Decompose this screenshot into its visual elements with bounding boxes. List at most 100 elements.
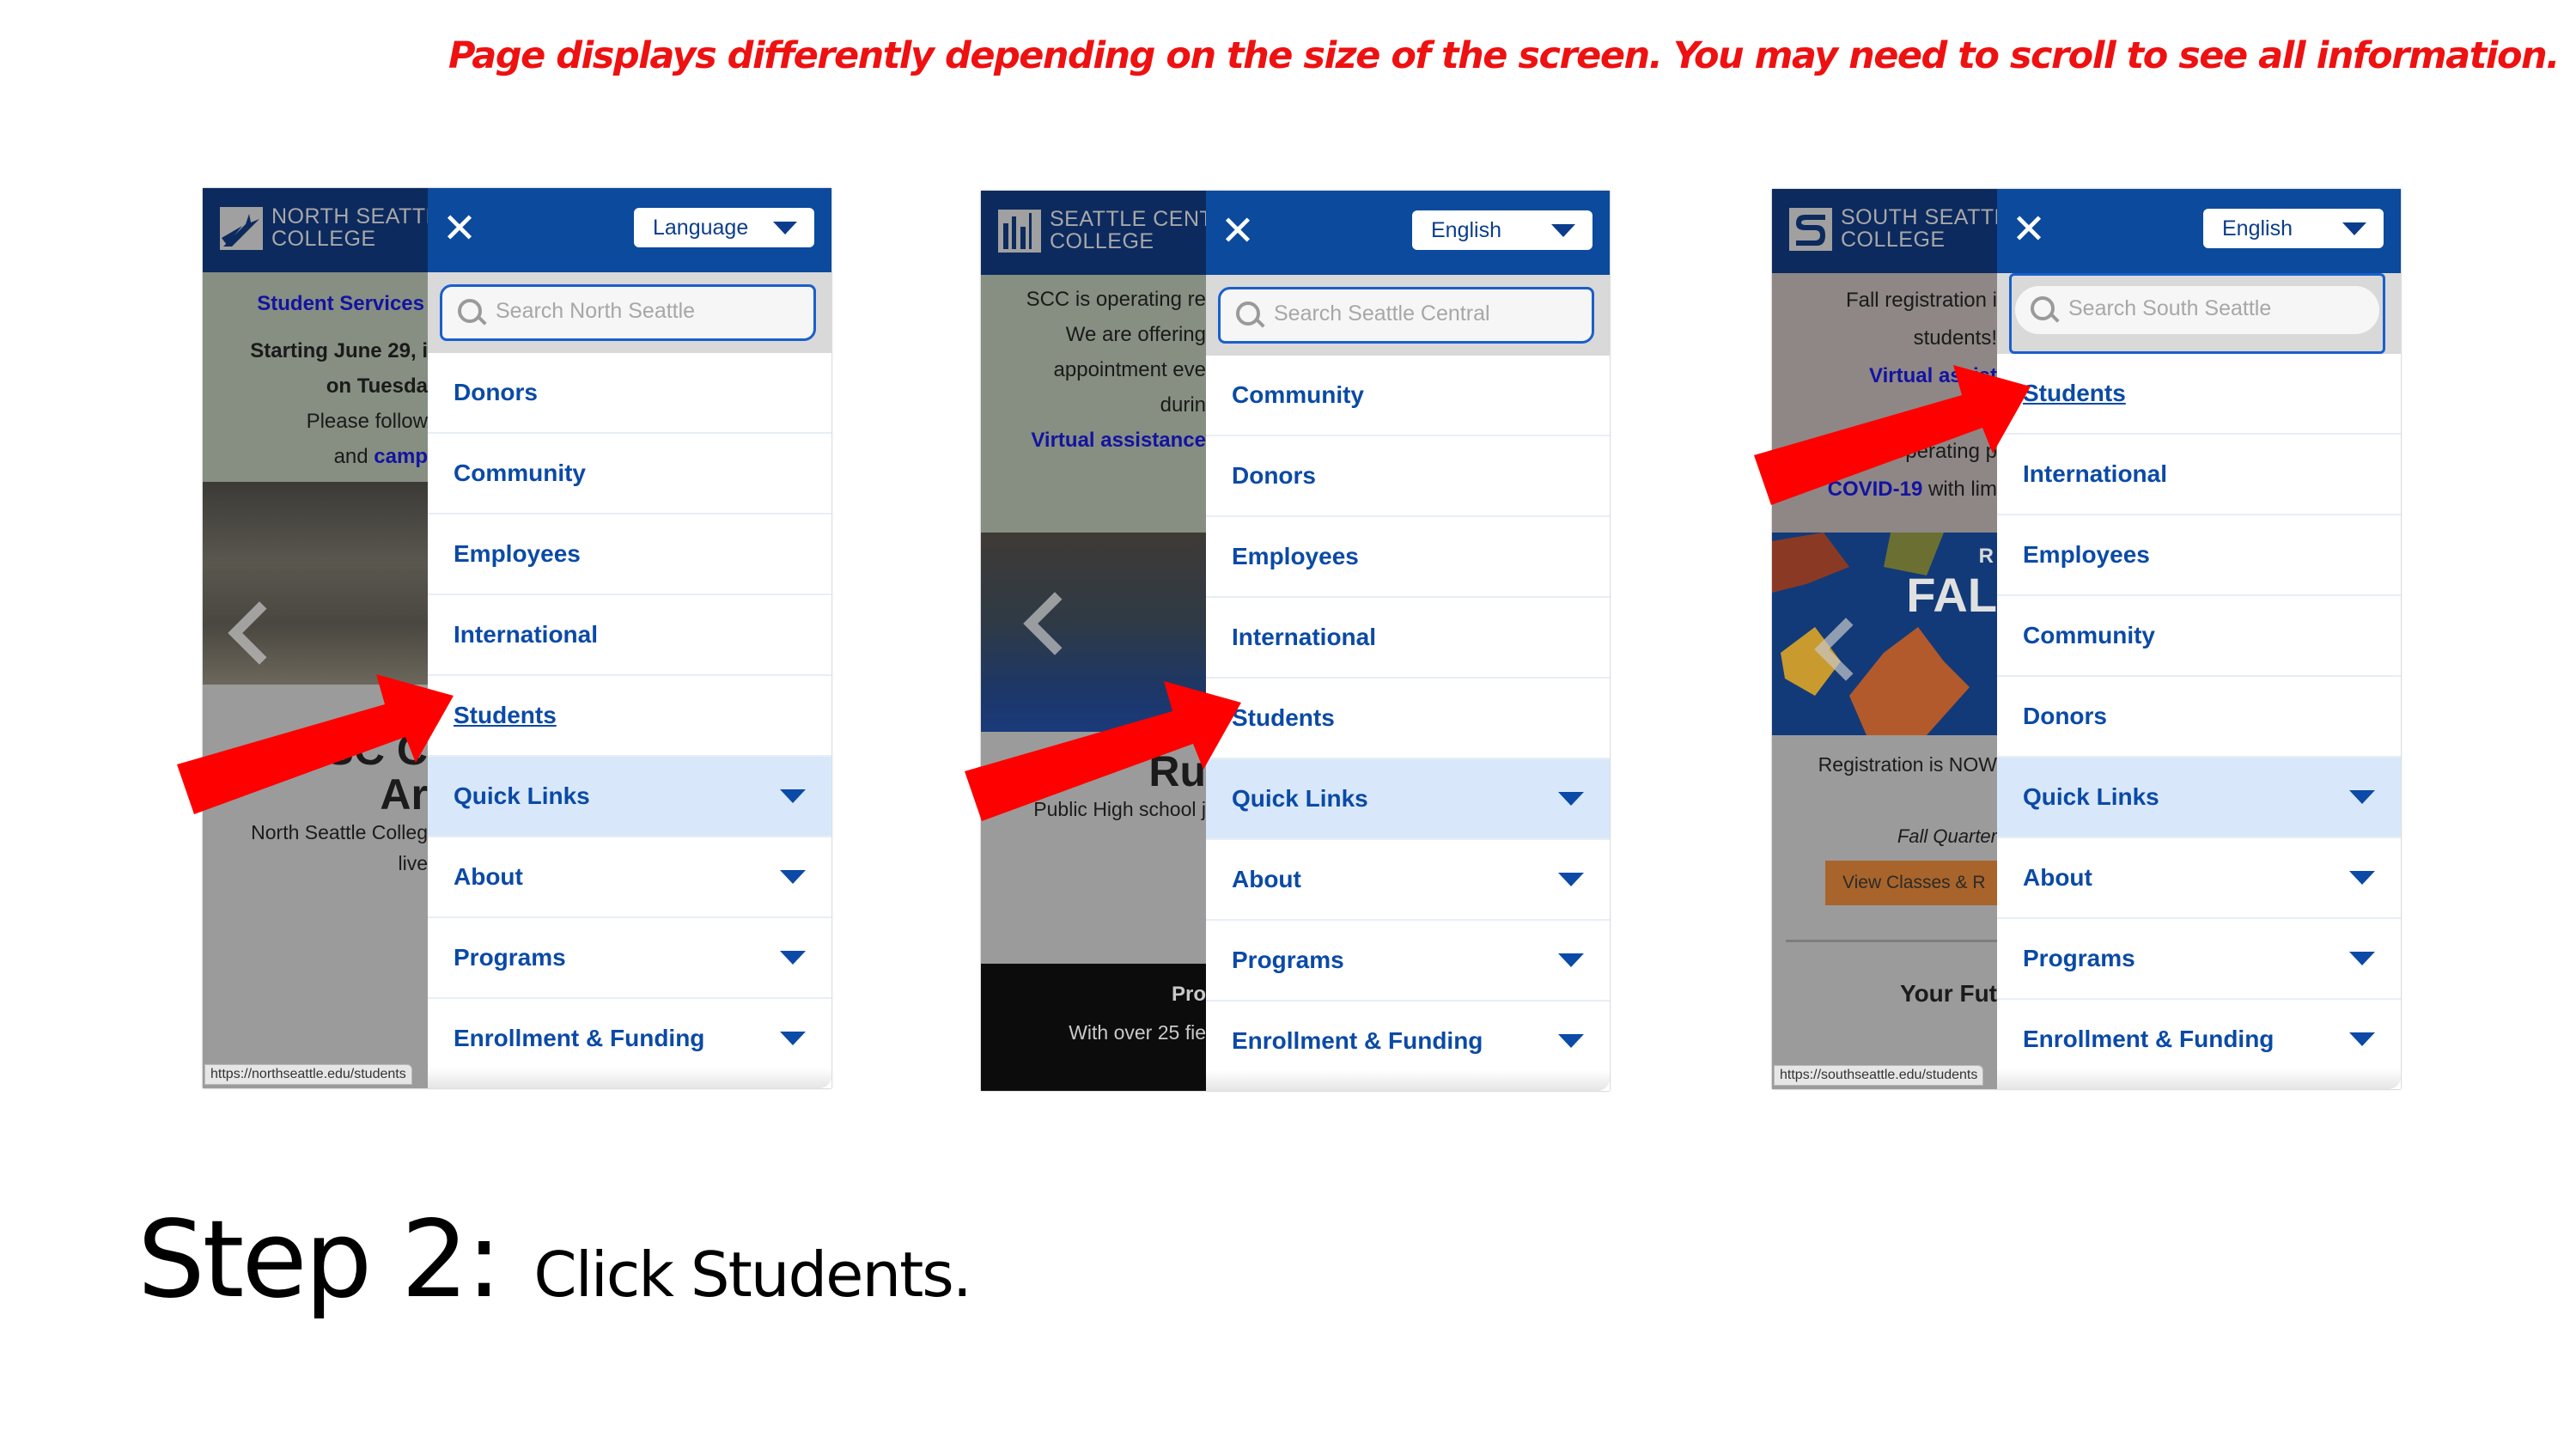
menu-item-programs[interactable]: Programs: [428, 918, 831, 999]
menu-item-quick-links[interactable]: Quick Links: [1206, 759, 1610, 840]
search-focus-ring: Search South Seattle: [2009, 273, 2385, 354]
chevron-down-icon: [1558, 1034, 1584, 1048]
page-background: SOUTH SEATTLE COLLEGE Fall registration …: [1772, 189, 1997, 1089]
seattle-central-logo-icon: [998, 210, 1041, 253]
chevron-down-icon: [780, 951, 806, 965]
north-seattle-screenshot: NORTH SEATTLE COLLEGE Student Services S…: [203, 188, 831, 1088]
site-header: NORTH SEATTLE COLLEGE: [203, 188, 428, 272]
seattle-central-screenshot: SEATTLE CENTRA COLLEGE SCC is operating …: [981, 191, 1610, 1091]
step-number: Step 2:: [137, 1198, 502, 1322]
close-icon[interactable]: ✕: [438, 207, 481, 250]
language-select[interactable]: Language: [634, 208, 814, 247]
chevron-down-icon: [1558, 953, 1584, 967]
carousel-prev-icon[interactable]: [228, 601, 291, 665]
menu-item-community[interactable]: Community: [1997, 596, 2401, 677]
menu-item-quick-links[interactable]: Quick Links: [428, 757, 831, 837]
menu-item-students[interactable]: Students: [428, 676, 831, 757]
site-header: SOUTH SEATTLE COLLEGE: [1772, 189, 1997, 273]
navigation-drawer: ✕ Language Search North Seattle Donors C…: [428, 188, 831, 1088]
programs-section: Pro With over 25 fie: [981, 964, 1206, 1091]
drawer-header: ✕ English: [1997, 189, 2401, 273]
chevron-down-icon: [773, 222, 797, 234]
menu-item-international[interactable]: International: [1206, 598, 1610, 679]
menu-item-students[interactable]: Students: [1206, 679, 1610, 759]
drawer-bottom-edge: [428, 1068, 831, 1088]
menu-item-community[interactable]: Community: [1206, 356, 1610, 436]
college-name: SEATTLE CENTRA COLLEGE: [1050, 207, 1206, 253]
drawer-header: ✕ Language: [428, 188, 831, 272]
chevron-down-icon: [2349, 790, 2375, 804]
search-icon: [2031, 296, 2055, 320]
search-icon: [1236, 301, 1260, 326]
language-select[interactable]: English: [2203, 209, 2384, 248]
menu-item-programs[interactable]: Programs: [1997, 919, 2401, 1000]
south-seattle-logo-icon: [1789, 208, 1832, 251]
menu-item-about[interactable]: About: [1206, 840, 1610, 921]
menu-item-students[interactable]: Students: [1997, 354, 2401, 435]
hero-photo: [203, 482, 428, 685]
chevron-down-icon: [2342, 222, 2366, 235]
menu-item-donors[interactable]: Donors: [1997, 677, 2401, 758]
view-classes-button[interactable]: View Classes & R: [1825, 861, 1997, 905]
menu-item-programs[interactable]: Programs: [1206, 921, 1610, 1002]
hero-text: Ru Public High school j: [981, 732, 1206, 981]
search-area: Search South Seattle: [1997, 273, 2401, 354]
chevron-down-icon: [1558, 792, 1584, 806]
navigation-drawer: ✕ English Search Seattle Central Communi…: [1206, 191, 1610, 1091]
close-icon[interactable]: ✕: [2007, 208, 2050, 251]
drawer-bottom-edge: [1206, 1070, 1610, 1091]
step-instruction: Click Students.: [533, 1239, 971, 1311]
search-input[interactable]: Search South Seattle: [2015, 286, 2379, 334]
step-caption: Step 2: Click Students.: [137, 1198, 972, 1322]
fall-banner: R FAL: [1772, 533, 1997, 735]
drawer-header: ✕ English: [1206, 191, 1610, 275]
menu-item-international[interactable]: International: [1997, 435, 2401, 515]
chevron-down-icon: [780, 1032, 806, 1045]
hero-photo: [981, 533, 1206, 732]
college-name: SOUTH SEATTLE COLLEGE: [1841, 205, 1997, 252]
chevron-down-icon: [2349, 952, 2375, 965]
page-background: NORTH SEATTLE COLLEGE Student Services S…: [203, 188, 428, 1088]
menu-item-donors[interactable]: Donors: [428, 353, 831, 434]
alert-banner: Student Services Starting June 29, i on …: [203, 272, 428, 482]
chevron-down-icon: [2349, 871, 2375, 885]
chevron-down-icon: [780, 870, 806, 884]
status-bar-url: https://southseattle.edu/students: [1774, 1065, 1984, 1086]
navigation-drawer: ✕ English Search South Seattle Students …: [1997, 189, 2401, 1089]
menu-item-international[interactable]: International: [428, 595, 831, 676]
menu-item-about[interactable]: About: [428, 837, 831, 918]
site-header: SEATTLE CENTRA COLLEGE: [981, 191, 1206, 275]
menu-item-donors[interactable]: Donors: [1206, 436, 1610, 517]
registration-section: Registration is NOW Fall Quarter View Cl…: [1772, 735, 1997, 1089]
north-seattle-logo-icon: [220, 207, 263, 250]
status-bar-url: https://northseattle.edu/students: [204, 1064, 412, 1085]
search-area: Search North Seattle: [428, 272, 831, 353]
chevron-down-icon: [780, 789, 806, 803]
chevron-down-icon: [2349, 1032, 2375, 1046]
hero-text: NSC C Ar North Seattle Colleg live: [203, 685, 428, 1088]
chevron-down-icon: [1558, 873, 1584, 886]
page-background: SEATTLE CENTRA COLLEGE SCC is operating …: [981, 191, 1206, 1091]
nav-menu: Community Donors Employees International…: [1206, 356, 1610, 1082]
drawer-bottom-edge: [1997, 1068, 2401, 1089]
search-input[interactable]: Search North Seattle: [440, 284, 816, 341]
carousel-prev-icon[interactable]: [1023, 592, 1087, 655]
scroll-notice: Page displays differently depending on t…: [448, 34, 2560, 77]
south-seattle-screenshot: SOUTH SEATTLE COLLEGE Fall registration …: [1772, 189, 2401, 1089]
chevron-down-icon: [1551, 224, 1575, 237]
alert-banner: Fall registration i students! Virtual as…: [1772, 273, 1997, 541]
search-input[interactable]: Search Seattle Central: [1218, 287, 1594, 344]
college-name: NORTH SEATTLE COLLEGE: [271, 204, 428, 251]
search-icon: [458, 299, 482, 323]
menu-item-employees[interactable]: Employees: [1206, 517, 1610, 598]
nav-menu: Students International Employees Communi…: [1997, 354, 2401, 1081]
alert-banner: SCC is operating re We are offering appo…: [981, 275, 1206, 539]
close-icon[interactable]: ✕: [1216, 210, 1259, 253]
menu-item-quick-links[interactable]: Quick Links: [1997, 758, 2401, 838]
menu-item-employees[interactable]: Employees: [1997, 515, 2401, 596]
nav-menu: Donors Community Employees International…: [428, 353, 831, 1080]
language-select[interactable]: English: [1412, 210, 1592, 250]
menu-item-about[interactable]: About: [1997, 838, 2401, 919]
menu-item-community[interactable]: Community: [428, 434, 831, 514]
menu-item-employees[interactable]: Employees: [428, 514, 831, 595]
